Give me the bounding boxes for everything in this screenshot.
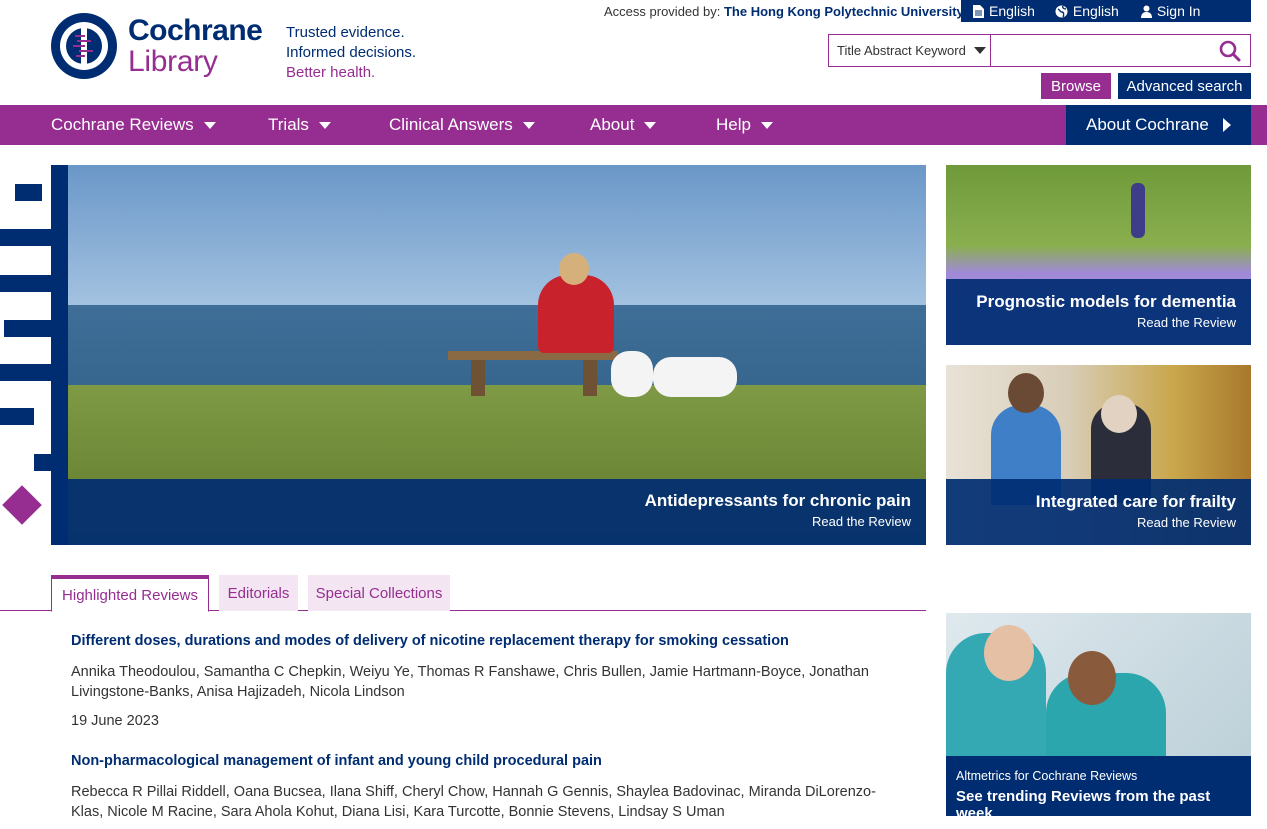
tile-title[interactable]: Integrated care for frailty xyxy=(1036,492,1236,512)
caret-down-icon xyxy=(203,121,216,129)
utility-bar: English English Sign In xyxy=(961,0,1251,22)
advanced-search-button[interactable]: Advanced search xyxy=(1118,73,1251,99)
feature-tile-dementia[interactable]: Prognostic models for dementia Read the … xyxy=(946,165,1251,345)
altmetrics-link[interactable]: See trending Reviews from the past week xyxy=(956,788,1251,816)
nav-cochrane-reviews[interactable]: Cochrane Reviews xyxy=(51,105,216,145)
search-bar: Title Abstract Keyword xyxy=(828,34,1251,67)
nav-about[interactable]: About xyxy=(590,105,657,145)
about-cochrane-label: About Cochrane xyxy=(1086,115,1209,134)
content-language-label: English xyxy=(989,3,1035,19)
tile-read-link[interactable]: Read the Review xyxy=(1137,515,1236,530)
caret-down-icon xyxy=(644,121,657,129)
document-icon xyxy=(973,4,984,18)
person-image xyxy=(538,275,614,353)
nav-label: Cochrane Reviews xyxy=(51,115,194,134)
caret-down-icon xyxy=(760,121,773,129)
content-language-button[interactable]: English xyxy=(961,3,1035,19)
nav-trials[interactable]: Trials xyxy=(268,105,331,145)
brand-name[interactable]: Cochrane xyxy=(128,14,263,48)
search-icon xyxy=(1219,40,1241,61)
search-button[interactable] xyxy=(1210,35,1250,66)
nav-label: About xyxy=(590,115,635,134)
tab-highlighted-reviews[interactable]: Highlighted Reviews xyxy=(51,575,209,612)
brand-library[interactable]: Library xyxy=(128,45,218,79)
hero-title[interactable]: Antidepressants for chronic pain xyxy=(645,491,911,511)
altmetrics-caption[interactable]: Altmetrics for Cochrane Reviews See tren… xyxy=(946,756,1251,816)
hero-banner[interactable]: Antidepressants for chronic pain Read th… xyxy=(68,165,926,545)
review-title-link[interactable]: Different doses, durations and modes of … xyxy=(71,633,789,649)
search-scope-select[interactable]: Title Abstract Keyword xyxy=(829,35,991,66)
tab-special-collections[interactable]: Special Collections xyxy=(308,575,450,611)
nav-label: Clinical Answers xyxy=(389,115,513,134)
review-authors: Annika Theodoulou, Samantha C Chepkin, W… xyxy=(71,664,869,700)
tagline-line: Trusted evidence. xyxy=(286,24,405,41)
access-label: Access provided by: xyxy=(604,4,721,19)
about-cochrane-button[interactable]: About Cochrane xyxy=(1066,105,1251,145)
access-org[interactable]: The Hong Kong Polytechnic University xyxy=(724,4,964,19)
tagline-line: Informed decisions. xyxy=(286,44,417,61)
access-provider: Access provided by: The Hong Kong Polyte… xyxy=(604,4,964,19)
review-authors: Rebecca R Pillai Riddell, Oana Bucsea, I… xyxy=(71,784,876,820)
feature-tile-frailty[interactable]: Integrated care for frailty Read the Rev… xyxy=(946,365,1251,545)
caret-down-icon xyxy=(318,121,331,129)
tagline-line: Better health. xyxy=(286,64,376,81)
globe-icon xyxy=(1055,5,1068,17)
review-title-link[interactable]: Non-pharmacological management of infant… xyxy=(71,753,602,769)
diamond-icon xyxy=(2,485,42,525)
tab-editorials[interactable]: Editorials xyxy=(219,575,298,611)
tagline: Trusted evidence. Informed decisions. Be… xyxy=(286,23,416,83)
nav-label: Help xyxy=(716,115,751,134)
altmetrics-small: Altmetrics for Cochrane Reviews xyxy=(956,769,1138,783)
sign-in-label: Sign In xyxy=(1156,3,1201,19)
tile-title[interactable]: Prognostic models for dementia xyxy=(976,292,1236,312)
chevron-right-icon xyxy=(1222,118,1231,132)
altmetrics-tile[interactable]: Altmetrics for Cochrane Reviews See tren… xyxy=(946,613,1251,816)
search-scope-value: Title Abstract Keyword xyxy=(837,43,966,58)
tile-read-link[interactable]: Read the Review xyxy=(1137,315,1236,330)
hero-caption[interactable]: Antidepressants for chronic pain Read th… xyxy=(68,479,926,545)
review-date: 19 June 2023 xyxy=(71,713,159,729)
user-icon xyxy=(1140,5,1152,18)
browse-button[interactable]: Browse xyxy=(1041,73,1111,99)
site-language-label: English xyxy=(1072,3,1119,19)
nav-clinical-answers[interactable]: Clinical Answers xyxy=(389,105,535,145)
site-language-button[interactable]: English xyxy=(1043,3,1119,19)
nav-label: Trials xyxy=(268,115,309,134)
search-input[interactable] xyxy=(991,35,1210,66)
sign-in-button[interactable]: Sign In xyxy=(1129,3,1201,19)
nav-help[interactable]: Help xyxy=(716,105,773,145)
hero-read-link[interactable]: Read the Review xyxy=(812,514,911,529)
caret-down-icon xyxy=(522,121,535,129)
cochrane-logo-icon[interactable] xyxy=(51,13,117,79)
chevron-down-icon xyxy=(973,47,986,54)
page: Access provided by: The Hong Kong Polyte… xyxy=(0,0,1267,829)
